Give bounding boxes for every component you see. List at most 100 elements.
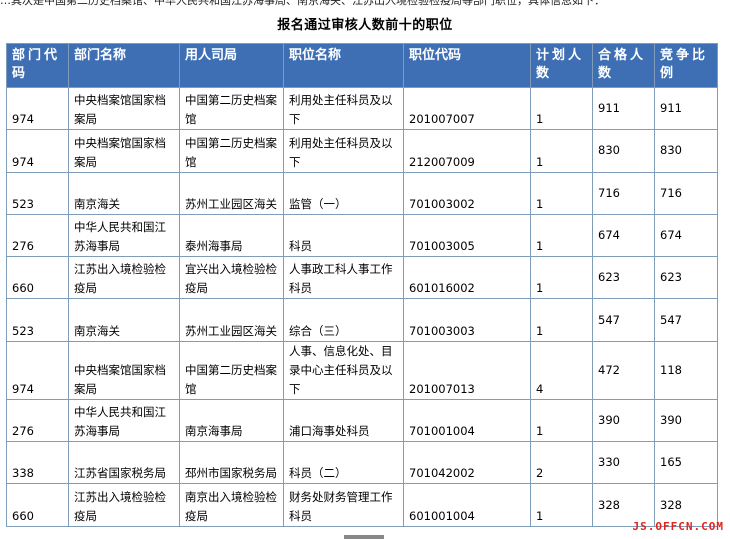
table-row: 974 中央档案馆国家档案局 中国第二历史档案馆 利用处主任科员及以下 20100700… [6,86,718,131]
table-row: 276 中华人民共和国江苏海事局 南京海事局 浦口海事处科员 701001004 1 390… [6,398,718,443]
cell-position: 利用处主任科员及以下 [283,129,404,173]
cell-pos-code: 701042002 [403,441,531,485]
cell-plan: 1 [530,398,593,443]
cell-bureau: 宜兴出入境检验检疫局 [179,256,284,300]
header-position: 职位名称 [283,43,404,88]
site-watermark: JS.OFFCN.COM [632,520,724,533]
cell-plan: 1 [530,256,593,300]
cell-dept-code: 974 [6,86,69,131]
cell-dept-name: 中央档案馆国家档案局 [68,340,180,400]
cell-ratio: 830 [654,129,718,173]
cell-dept-name: 江苏出入境检验检疫局 [68,483,180,527]
scroll-indicator [344,535,384,539]
table-row: 523 南京海关 苏州工业园区海关 综合（三） 701003003 1 547 547 [6,298,718,342]
cell-dept-name: 中华人民共和国江苏海事局 [68,398,180,443]
cell-ratio: 547 [654,298,718,342]
header-bureau: 用人司局 [179,43,284,88]
cell-pos-code: 601016002 [403,256,531,300]
cell-ratio: 118 [654,340,718,400]
cell-plan: 2 [530,441,593,485]
cell-position: 浦口海事处科员 [283,398,404,443]
cell-qualified: 674 [592,213,655,258]
cell-qualified: 830 [592,129,655,173]
cell-dept-code: 276 [6,213,69,258]
cell-pos-code: 201007007 [403,86,531,131]
table-title: 报名通过审核人数前十的职位 [277,18,453,33]
cell-qualified: 472 [592,340,655,400]
cell-ratio: 165 [654,441,718,485]
cell-position: 人事政工科人事工作科员 [283,256,404,300]
cell-plan: 1 [530,483,593,527]
table-row: 974 中央档案馆国家档案局 中国第二历史档案馆 人事、信息化处、目录中心主任科员及以… [6,340,718,400]
cell-plan: 1 [530,298,593,342]
header-dept-name: 部门名称 [68,43,180,88]
cell-bureau: 中国第二历史档案馆 [179,340,284,400]
cell-qualified: 623 [592,256,655,300]
cell-pos-code: 601001004 [403,483,531,527]
cell-ratio: 716 [654,171,718,215]
header-ratio: 竞争比例 [654,43,718,88]
cell-qualified: 390 [592,398,655,443]
table-row: 660 江苏出入境检验检疫局 宜兴出入境检验检疫局 人事政工科人事工作科员 601016… [6,256,718,300]
cell-qualified: 547 [592,298,655,342]
header-pos-code: 职位代码 [403,43,531,88]
cell-plan: 1 [530,213,593,258]
cell-position: 科员 [283,213,404,258]
cell-pos-code: 701003003 [403,298,531,342]
cell-bureau: 邳州市国家税务局 [179,441,284,485]
cell-pos-code: 212007009 [403,129,531,173]
cell-dept-code: 523 [6,298,69,342]
cell-ratio: 674 [654,213,718,258]
cell-position: 利用处主任科员及以下 [283,86,404,131]
cell-plan: 1 [530,171,593,215]
cell-dept-code: 276 [6,398,69,443]
header-row: 部门代码 部门名称 用人司局 职位名称 职位代码 计划人数 合格人数 竞争比例 [6,43,718,88]
cell-bureau: 南京海事局 [179,398,284,443]
table-row: 338 江苏省国家税务局 邳州市国家税务局 科员（二） 701042002 2 330 165 [6,441,718,485]
header-dept-code: 部门代码 [6,43,69,88]
cell-dept-code: 338 [6,441,69,485]
table-row: 276 中华人民共和国江苏海事局 泰州海事局 科员 701003005 1 674 674 [6,213,718,258]
cell-dept-name: 南京海关 [68,171,180,215]
cell-position: 人事、信息化处、目录中心主任科员及以下 [283,340,404,400]
cell-dept-code: 660 [6,256,69,300]
cell-dept-code: 523 [6,171,69,215]
cell-pos-code: 201007013 [403,340,531,400]
header-plan: 计划人数 [530,43,593,88]
cell-dept-name: 中央档案馆国家档案局 [68,129,180,173]
cell-position: 科员（二） [283,441,404,485]
cell-ratio: 911 [654,86,718,131]
cell-ratio: 390 [654,398,718,443]
intro-text: …其次是中国第二历史档案馆、中华人民共和国江苏海事局、南京海关、江苏出入境检验检… [0,0,605,7]
cell-pos-code: 701003005 [403,213,531,258]
cell-bureau: 南京出入境检验检疫局 [179,483,284,527]
cell-dept-name: 中央档案馆国家档案局 [68,86,180,131]
header-qualified: 合格人数 [592,43,655,88]
cell-position: 综合（三） [283,298,404,342]
cell-bureau: 泰州海事局 [179,213,284,258]
cell-bureau: 苏州工业园区海关 [179,171,284,215]
cell-dept-name: 南京海关 [68,298,180,342]
cell-dept-code: 660 [6,483,69,527]
table-row: 974 中央档案馆国家档案局 中国第二历史档案馆 利用处主任科员及以下 21200700… [6,129,718,173]
cell-bureau: 中国第二历史档案馆 [179,129,284,173]
cell-ratio: 623 [654,256,718,300]
cell-qualified: 330 [592,441,655,485]
cell-dept-name: 江苏省国家税务局 [68,441,180,485]
cell-bureau: 苏州工业园区海关 [179,298,284,342]
cell-dept-name: 中华人民共和国江苏海事局 [68,213,180,258]
cell-qualified: 716 [592,171,655,215]
cell-qualified: 911 [592,86,655,131]
cell-plan: 1 [530,129,593,173]
table-row: 523 南京海关 苏州工业园区海关 监管（一） 701003002 1 716 716 [6,171,718,215]
table-row: 660 江苏出入境检验检疫局 南京出入境检验检疫局 财务处财务管理工作科员 601001… [6,483,718,527]
cell-dept-code: 974 [6,340,69,400]
cell-dept-name: 江苏出入境检验检疫局 [68,256,180,300]
cell-bureau: 中国第二历史档案馆 [179,86,284,131]
cell-position: 财务处财务管理工作科员 [283,483,404,527]
cell-position: 监管（一） [283,171,404,215]
cell-plan: 4 [530,340,593,400]
cell-pos-code: 701001004 [403,398,531,443]
cell-plan: 1 [530,86,593,131]
cell-dept-code: 974 [6,129,69,173]
